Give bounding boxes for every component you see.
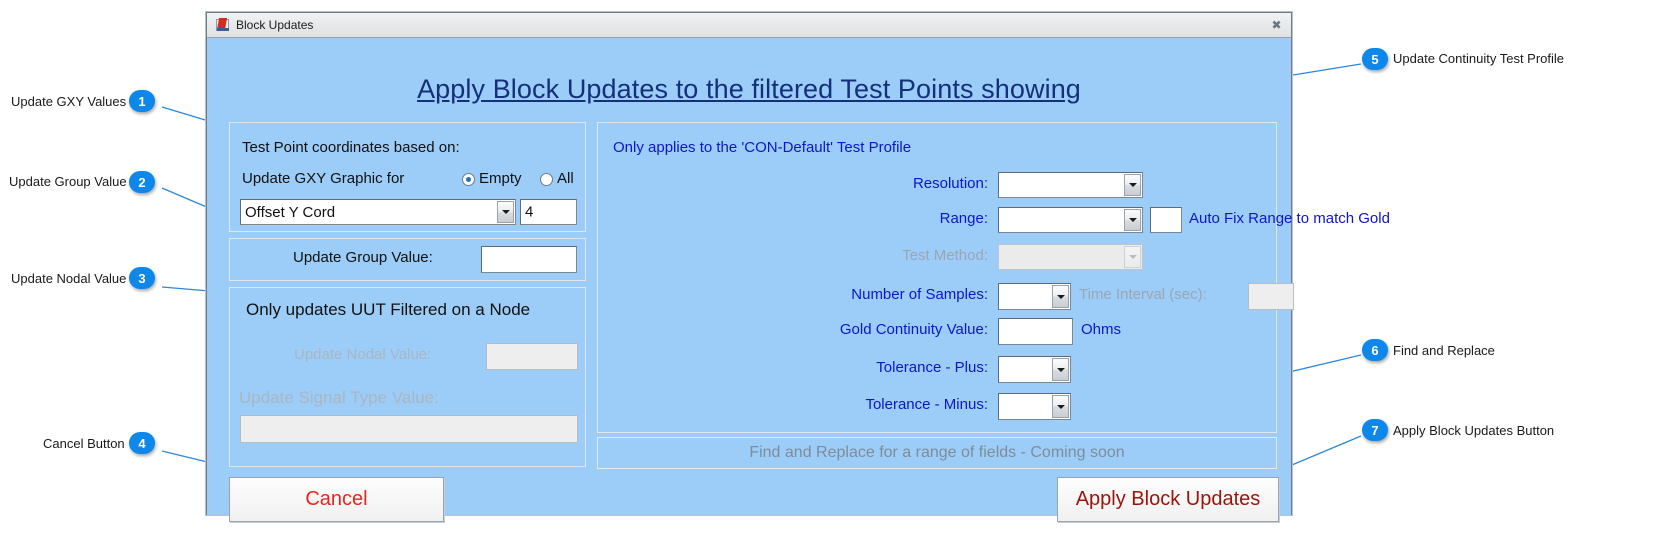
coordinate-field-value: Offset Y Cord: [241, 200, 497, 224]
gxy-line1-label: Test Point coordinates based on:: [242, 139, 460, 156]
tolerance-minus-combo[interactable]: [998, 393, 1071, 420]
resolution-combo[interactable]: [998, 172, 1143, 198]
annotation-label-4: Cancel Button: [43, 436, 125, 452]
radio-all[interactable]: [540, 173, 553, 186]
nodal-value-input: [486, 343, 578, 370]
apply-button-label: Apply Block Updates: [1076, 488, 1261, 511]
radio-empty[interactable]: [462, 173, 475, 186]
ohms-label: Ohms: [1081, 321, 1121, 338]
annotation-label-2: Update Group Value: [9, 174, 127, 190]
chevron-down-icon[interactable]: [1052, 285, 1069, 308]
annotation-badge-5[interactable]: 5: [1362, 48, 1388, 70]
close-icon[interactable]: ✖: [1268, 17, 1285, 33]
test-method-combo: [998, 244, 1143, 270]
tolerance-minus-label: Tolerance - Minus:: [698, 396, 988, 413]
profile-note-label: Only applies to the 'CON-Default' Test P…: [613, 139, 911, 156]
apply-block-updates-button[interactable]: Apply Block Updates: [1057, 477, 1279, 522]
annotation-label-1: Update GXY Values: [11, 94, 126, 110]
gold-continuity-label: Gold Continuity Value:: [698, 321, 988, 338]
range-value: [999, 208, 1124, 232]
annotation-label-7: Apply Block Updates Button: [1393, 423, 1554, 439]
range-extra-input[interactable]: [1150, 207, 1182, 233]
number-of-samples-value: [999, 284, 1052, 309]
chevron-down-icon[interactable]: [1124, 174, 1141, 196]
annotation-badge-7[interactable]: 7: [1362, 419, 1388, 441]
group-value-box: Update Group Value:: [229, 238, 586, 281]
find-and-replace-label: Find and Replace for a range of fields -…: [749, 444, 1124, 462]
annotation-label-6: Find and Replace: [1393, 343, 1495, 359]
nodal-heading-label: Only updates UUT Filtered on a Node: [246, 300, 530, 320]
number-of-samples-combo[interactable]: [998, 283, 1071, 310]
nodal-group-box: Only updates UUT Filtered on a Node Upda…: [229, 287, 586, 467]
signal-type-label: Update Signal Type Value:: [239, 388, 439, 408]
time-interval-input: [1248, 283, 1294, 310]
annotation-badge-2[interactable]: 2: [129, 171, 155, 193]
resolution-value: [999, 173, 1124, 197]
chevron-down-icon[interactable]: [1052, 395, 1069, 418]
nodal-value-label: Update Nodal Value:: [294, 346, 431, 363]
range-label: Range:: [698, 210, 988, 227]
dialog-client-area: Apply Block Updates to the filtered Test…: [207, 38, 1291, 515]
annotation-badge-1[interactable]: 1: [129, 90, 155, 112]
coordinate-field-combo[interactable]: Offset Y Cord: [240, 199, 516, 225]
annotation-badge-4[interactable]: 4: [129, 432, 155, 454]
window-title: Block Updates: [236, 18, 313, 32]
radio-all-label: All: [557, 170, 574, 187]
resolution-label: Resolution:: [698, 175, 988, 192]
tolerance-plus-label: Tolerance - Plus:: [698, 359, 988, 376]
time-interval-label: Time Interval (sec):: [1079, 286, 1207, 303]
chevron-down-icon: [1124, 246, 1141, 268]
number-of-samples-label: Number of Samples:: [698, 286, 988, 303]
page-title: Apply Block Updates to the filtered Test…: [207, 74, 1291, 105]
app-icon: [215, 17, 231, 33]
chevron-down-icon[interactable]: [497, 201, 514, 223]
range-combo[interactable]: [998, 207, 1143, 233]
find-and-replace-bar: Find and Replace for a range of fields -…: [597, 437, 1277, 469]
coordinate-value-text: 4: [525, 204, 533, 221]
title-bar[interactable]: Block Updates ✖: [207, 13, 1291, 38]
test-method-value: [999, 245, 1124, 269]
group-value-input[interactable]: [481, 246, 577, 273]
gxy-line2-label: Update GXY Graphic for: [242, 170, 404, 187]
annotation-badge-3[interactable]: 3: [129, 267, 155, 289]
auto-fix-range-label[interactable]: Auto Fix Range to match Gold: [1189, 210, 1390, 227]
coordinate-value-input[interactable]: 4: [520, 199, 577, 225]
tolerance-plus-value: [999, 357, 1052, 382]
continuity-profile-box: Only applies to the 'CON-Default' Test P…: [597, 122, 1277, 433]
annotation-badge-6[interactable]: 6: [1362, 339, 1388, 361]
gold-continuity-input[interactable]: [998, 318, 1073, 345]
gxy-group-box: Test Point coordinates based on: Update …: [229, 122, 586, 232]
cancel-button-label: Cancel: [305, 488, 367, 511]
test-method-label: Test Method:: [698, 247, 988, 264]
annotation-label-3: Update Nodal Value: [11, 271, 126, 287]
annotation-label-5: Update Continuity Test Profile: [1393, 51, 1564, 67]
radio-empty-label: Empty: [479, 170, 522, 187]
group-value-label: Update Group Value:: [293, 249, 433, 266]
tolerance-minus-value: [999, 394, 1052, 419]
block-updates-dialog: Block Updates ✖ Apply Block Updates to t…: [206, 12, 1292, 515]
leader-line-7: [1280, 436, 1361, 470]
chevron-down-icon[interactable]: [1052, 358, 1069, 381]
screenshot-root: Update GXY Values 1 Update Group Value 2…: [0, 0, 1664, 553]
signal-type-input: [240, 415, 578, 443]
chevron-down-icon[interactable]: [1124, 209, 1141, 231]
tolerance-plus-combo[interactable]: [998, 356, 1071, 383]
cancel-button[interactable]: Cancel: [229, 477, 444, 522]
